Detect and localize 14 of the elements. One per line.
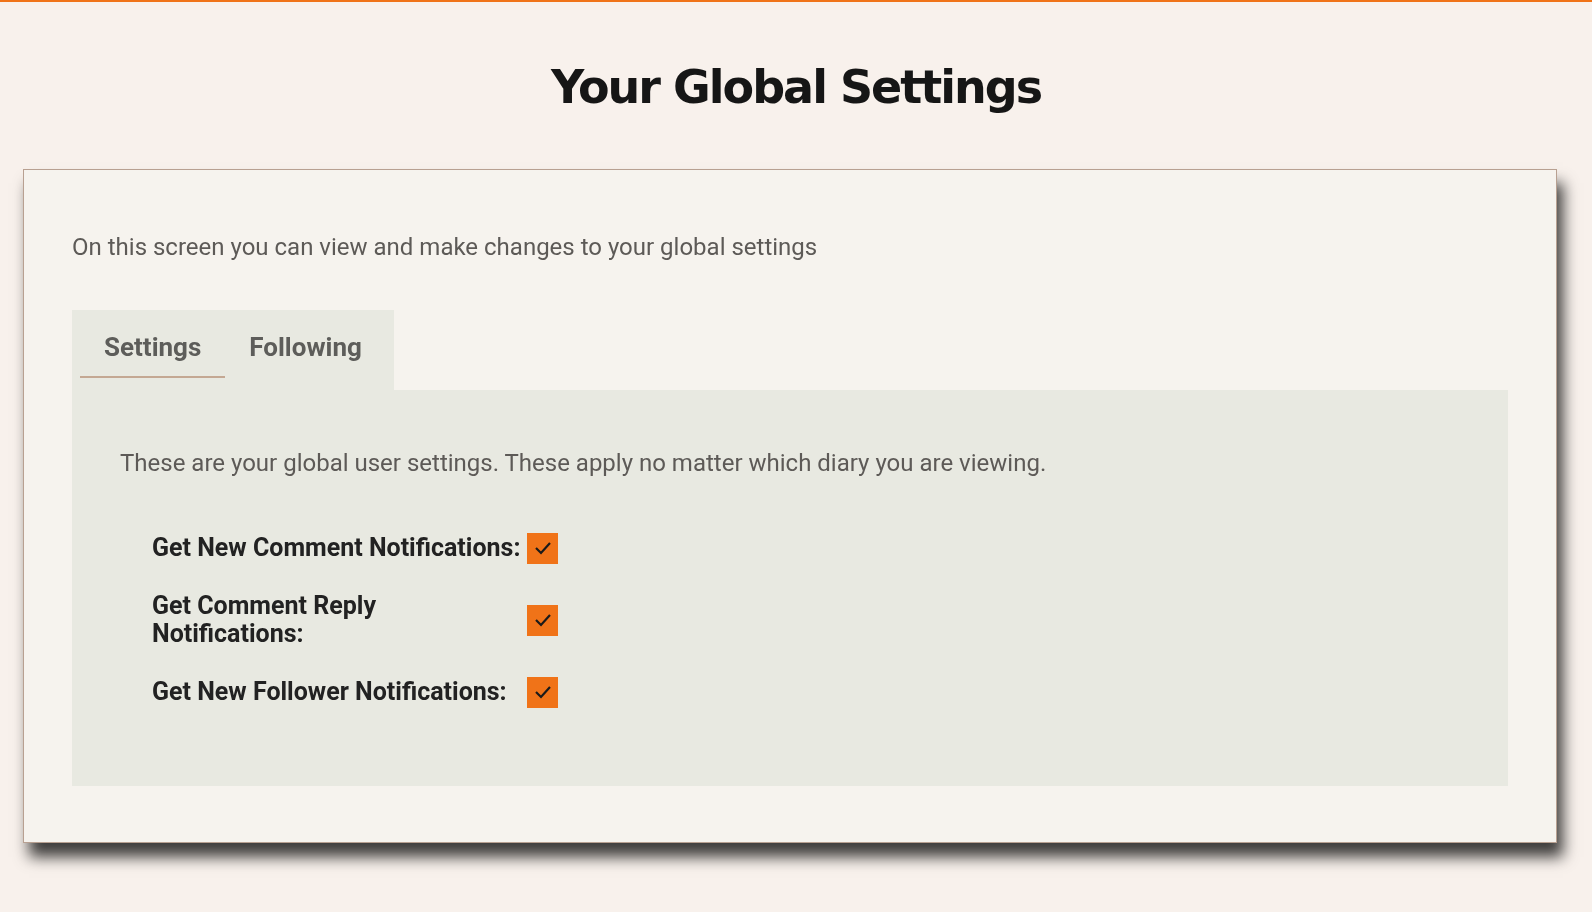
option-label: Get New Comment Notifications:: [152, 534, 522, 562]
tab[interactable]: Following: [225, 310, 386, 378]
panel-description: These are your global user settings. These apply no matter which diary you are viewing.: [120, 448, 1048, 478]
checkmark-icon: [532, 540, 553, 556]
option-label: Get New Follower Notifications:: [152, 678, 508, 706]
checkmark-icon: [532, 612, 553, 628]
tab[interactable]: Settings: [80, 310, 226, 378]
intro-text: On this screen you can view and make changes to your global settings: [72, 232, 819, 262]
checkbox[interactable]: [527, 604, 558, 636]
checkmark-icon: [532, 684, 553, 700]
page-title: Your Global Settings: [549, 59, 1043, 116]
option-label: Get Comment Reply Notifications:: [152, 592, 377, 648]
checkbox[interactable]: [527, 532, 558, 564]
checkbox[interactable]: [527, 676, 558, 708]
